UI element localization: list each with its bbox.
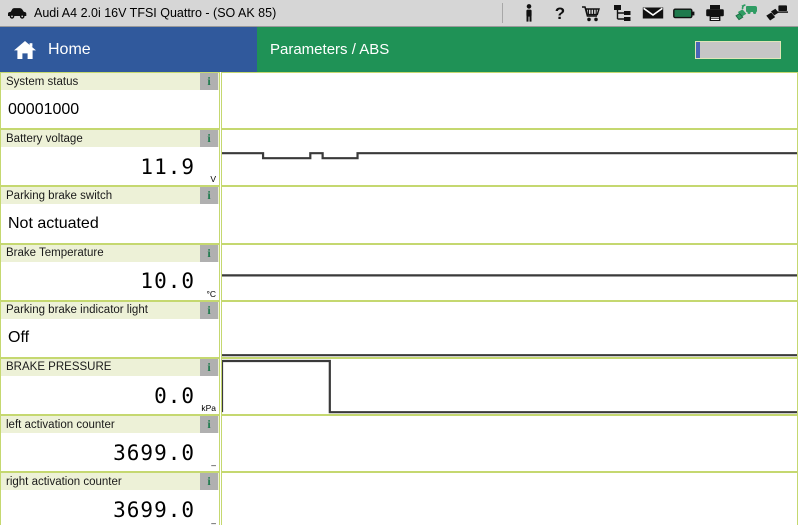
parameter-row[interactable]: left activation counter i 3699.0– xyxy=(0,415,798,472)
nav-header: Home Parameters / ABS xyxy=(0,27,798,72)
parameter-unit: – xyxy=(211,460,216,470)
home-icon xyxy=(10,39,40,61)
parameter-row[interactable]: Brake Temperature i 10.0°C xyxy=(0,244,798,301)
parameter-list[interactable]: System status i 00001000 Battery voltage… xyxy=(0,72,798,525)
person-icon[interactable] xyxy=(513,0,544,26)
info-icon[interactable]: i xyxy=(200,416,218,433)
parameter-value-area: 00001000 xyxy=(1,91,219,128)
parameter-label: Parking brake switch xyxy=(1,190,112,202)
parameter-label-bar: left activation counter i xyxy=(1,416,219,434)
parameter-value: 10.0 xyxy=(1,269,219,293)
parameter-label-bar: BRAKE PRESSURE i xyxy=(1,359,219,377)
parameter-label: Battery voltage xyxy=(1,133,83,145)
vehicle-connection-icon[interactable] xyxy=(730,0,761,26)
parameter-value-area: 11.9V xyxy=(1,148,219,185)
parameter-label-bar: System status i xyxy=(1,73,219,91)
parameter-readout: Battery voltage i 11.9V xyxy=(0,129,220,186)
info-icon[interactable]: i xyxy=(200,359,218,376)
breadcrumb[interactable]: Parameters / ABS xyxy=(270,41,389,58)
home-label: Home xyxy=(48,41,91,59)
parameter-readout: right activation counter i 3699.0– xyxy=(0,472,220,525)
parameter-label-bar: Parking brake indicator light i xyxy=(1,302,219,320)
parameter-graph[interactable] xyxy=(221,415,798,472)
toolbar: ? xyxy=(498,0,798,26)
title-bar: Audi A4 2.0i 16V TFSI Quattro - (SO AK 8… xyxy=(0,0,798,27)
parameter-graph[interactable] xyxy=(221,301,798,358)
parameter-value-area: 0.0kPa xyxy=(1,377,219,414)
parameter-label-bar: Battery voltage i xyxy=(1,130,219,148)
laptop-connection-icon[interactable] xyxy=(761,0,792,26)
parameter-graph[interactable] xyxy=(221,472,798,525)
parameter-label: left activation counter xyxy=(1,419,115,431)
breadcrumb-bar: Parameters / ABS xyxy=(257,27,798,72)
parameter-row[interactable]: Parking brake switch i Not actuated xyxy=(0,186,798,243)
parameter-graph[interactable] xyxy=(221,72,798,129)
parameter-unit: – xyxy=(211,518,216,525)
parameter-row[interactable]: right activation counter i 3699.0– xyxy=(0,472,798,525)
cart-icon[interactable] xyxy=(575,0,606,26)
parameter-value-area: Not actuated xyxy=(1,205,219,242)
parameter-value: Not actuated xyxy=(1,215,99,233)
parameter-value: 3699.0 xyxy=(1,498,219,522)
parameter-label: System status xyxy=(1,76,78,88)
parameter-label-bar: Brake Temperature i xyxy=(1,245,219,263)
car-icon xyxy=(0,7,34,20)
parameter-label-bar: Parking brake switch i xyxy=(1,187,219,205)
parameter-unit: kPa xyxy=(201,403,216,413)
parameter-label: right activation counter xyxy=(1,476,122,488)
parameter-readout: BRAKE PRESSURE i 0.0kPa xyxy=(0,358,220,415)
parameter-graph[interactable] xyxy=(221,186,798,243)
help-icon[interactable]: ? xyxy=(544,0,575,26)
battery-icon[interactable] xyxy=(668,0,699,26)
parameter-label: Brake Temperature xyxy=(1,247,104,259)
toolbar-separator xyxy=(502,3,503,23)
parameter-value: 00001000 xyxy=(1,101,79,119)
parameter-unit: °C xyxy=(206,289,216,299)
parameter-graph[interactable] xyxy=(221,358,798,415)
parameter-row[interactable]: BRAKE PRESSURE i 0.0kPa xyxy=(0,358,798,415)
parameter-unit: V xyxy=(210,174,216,184)
parameter-value-area: Off xyxy=(1,320,219,357)
parameter-row[interactable]: System status i 00001000 xyxy=(0,72,798,129)
svg-text:?: ? xyxy=(554,4,564,22)
parameter-readout: Brake Temperature i 10.0°C xyxy=(0,244,220,301)
parameter-readout: Parking brake switch i Not actuated xyxy=(0,186,220,243)
info-icon[interactable]: i xyxy=(200,187,218,204)
parameter-value: 0.0 xyxy=(1,384,219,408)
info-icon[interactable]: i xyxy=(200,302,218,319)
info-icon[interactable]: i xyxy=(200,73,218,90)
parameter-value-area: 10.0°C xyxy=(1,263,219,300)
parameter-value: Off xyxy=(1,329,29,347)
info-icon[interactable]: i xyxy=(200,130,218,147)
parameter-label: BRAKE PRESSURE xyxy=(1,361,111,373)
progress-indicator xyxy=(695,41,781,59)
info-icon[interactable]: i xyxy=(200,473,218,490)
parameter-readout: Parking brake indicator light i Off xyxy=(0,301,220,358)
parameter-value: 11.9 xyxy=(1,155,219,179)
mail-icon[interactable] xyxy=(637,0,668,26)
progress-fill xyxy=(696,42,700,58)
print-icon[interactable] xyxy=(699,0,730,26)
parameter-readout: left activation counter i 3699.0– xyxy=(0,415,220,472)
parameter-readout: System status i 00001000 xyxy=(0,72,220,129)
parameter-row[interactable]: Parking brake indicator light i Off xyxy=(0,301,798,358)
home-button[interactable]: Home xyxy=(0,27,257,72)
info-icon[interactable]: i xyxy=(200,245,218,262)
parameter-graph[interactable] xyxy=(221,244,798,301)
vehicle-title: Audi A4 2.0i 16V TFSI Quattro - (SO AK 8… xyxy=(34,6,498,20)
parameter-label: Parking brake indicator light xyxy=(1,304,148,316)
network-icon[interactable] xyxy=(606,0,637,26)
parameter-value-area: 3699.0– xyxy=(1,491,219,525)
parameter-graph[interactable] xyxy=(221,129,798,186)
parameter-value: 3699.0 xyxy=(1,441,219,465)
parameter-row[interactable]: Battery voltage i 11.9V xyxy=(0,129,798,186)
parameter-value-area: 3699.0– xyxy=(1,434,219,471)
parameter-label-bar: right activation counter i xyxy=(1,473,219,491)
